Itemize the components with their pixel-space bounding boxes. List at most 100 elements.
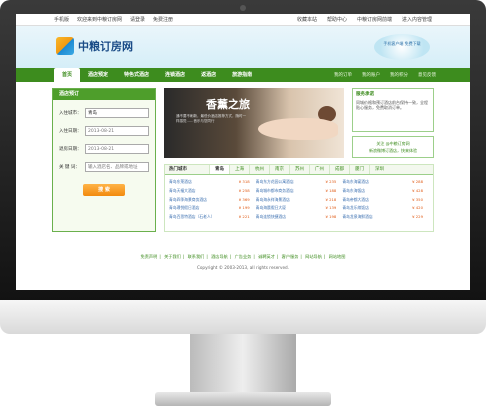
nav-item-themed[interactable]: 特色式酒店 <box>116 68 157 82</box>
tab-city[interactable]: 厦门 <box>349 165 369 174</box>
hotel-name[interactable]: 青岛海永祥海景酒店 <box>256 196 324 203</box>
footer-link[interactable]: 联系我们 <box>188 254 205 259</box>
footer-link[interactable]: 关于我们 <box>164 254 181 259</box>
hotel-price: ¥ 229 <box>412 214 423 220</box>
hotel-name[interactable]: 青岛龙乐缤饭店 <box>342 204 410 211</box>
hotel-name[interactable]: 青岛海晨假日大厦 <box>256 204 324 211</box>
hotel-price: ¥ 188 <box>325 187 337 193</box>
checkout-label: 退房日期： <box>59 147 82 152</box>
hotel-item[interactable]: 青岛龙泉海鲜酒店 ¥ 229 <box>342 213 429 220</box>
footer-link[interactable]: 免责声明 <box>141 254 158 259</box>
topbar-welcome: 欢迎来到中粮订房网 <box>77 17 123 23</box>
topbar-right-link[interactable]: 收藏本站 <box>297 16 317 23</box>
weibo-follow-box[interactable]: 关注 @中粮订房网 新浪微博订酒店，快来体验 <box>352 136 434 158</box>
hotel-name[interactable]: 青岛东方花园公寓酒店 <box>256 178 324 185</box>
side-panel: 服务承诺 同城价格和预订酒店前台保持一致，全程贴心服务，免费取消订单。 关注 @… <box>352 88 434 158</box>
footer-link[interactable]: 诚聘英才 <box>258 254 275 259</box>
hotel-item[interactable]: 青岛百思特酒店（石老人） ¥ 221 <box>169 213 256 220</box>
tab-city[interactable]: 深圳 <box>369 165 389 174</box>
website-screen: 手机版 欢迎来到中粮订房网 请登录 免费注册 收藏本站 帮助中心 中粮订房网前端… <box>16 14 470 290</box>
hotel-price: ¥ 235 <box>325 179 337 184</box>
keyword-input[interactable]: 输入酒店名、品牌或地址 <box>85 162 149 172</box>
search-button[interactable]: 搜 索 <box>83 184 125 196</box>
topbar-mobile-link[interactable]: 手机版 <box>54 16 69 23</box>
hotel-price: ¥ 258 <box>238 187 250 193</box>
hotel-name[interactable]: 青岛东海饭店 <box>342 187 410 194</box>
main-content: 酒店预订 入住城市： 青岛 入住日期： 2013-08-21 退房日期： 201… <box>16 82 470 232</box>
hotel-item[interactable]: 青岛龙乐缤饭店 ¥ 420 <box>342 204 429 211</box>
hotel-item[interactable]: 青岛天福大酒店 ¥ 258 <box>169 187 256 194</box>
nav-item-home[interactable]: 首页 <box>54 68 81 82</box>
register-link[interactable]: 免费注册 <box>153 16 173 23</box>
footer-link[interactable]: 广告业务 <box>235 254 252 259</box>
city-tabs: 热门城市 青岛 上海 杭州 南京 苏州 广州 成都 厦门 深圳 <box>165 165 433 175</box>
hotel-name[interactable]: 青岛东海宴酒店 <box>342 178 410 185</box>
weibo-follow-subtext: 新浪微博订酒店，快来体验 <box>369 148 417 153</box>
tab-city[interactable]: 青岛 <box>209 165 229 174</box>
nav-item-booking[interactable]: 酒店预定 <box>80 68 116 82</box>
hotel-name[interactable]: 青岛四季海景商务酒店 <box>169 196 237 203</box>
topbar-right-link[interactable]: 中粮订房网前端 <box>357 16 392 23</box>
tab-city[interactable]: 广州 <box>309 165 329 174</box>
hotel-item[interactable]: 青岛东海饭店 ¥ 428 <box>342 187 429 194</box>
hotel-name[interactable]: 青岛帝都大酒店 <box>342 196 410 203</box>
hotel-name[interactable]: 青岛天福大酒店 <box>169 187 237 194</box>
hotel-price: ¥ 139 <box>325 205 337 211</box>
footer-link[interactable]: 客户服务 <box>282 254 299 259</box>
checkin-label: 入住日期： <box>59 129 82 134</box>
hotel-name[interactable]: 青岛城市都市商务酒店 <box>256 187 324 194</box>
checkin-input[interactable]: 2013-08-21 <box>85 126 149 136</box>
monitor-stand-base <box>155 392 331 406</box>
logo-text: 中粮订房网 <box>78 40 133 53</box>
hotel-item[interactable]: 青岛海晨假日大厦 ¥ 139 <box>256 204 343 211</box>
hotel-name[interactable]: 青岛龙泉海鲜酒店 <box>342 213 410 220</box>
hot-cities-label: 热门城市 <box>169 167 187 172</box>
banner-title: 香薰之旅 <box>206 98 250 111</box>
hotel-item[interactable]: 青岛璟悦假日酒店 ¥ 199 <box>169 204 256 211</box>
hotel-item[interactable]: 青岛城市都市商务酒店 ¥ 188 <box>256 187 343 194</box>
footer-link[interactable]: 酒店导航 <box>211 254 228 259</box>
tab-city[interactable]: 南京 <box>269 165 289 174</box>
nav-link-feedback[interactable]: 意见反馈 <box>418 72 436 78</box>
login-link[interactable]: 请登录 <box>130 16 145 23</box>
hotel-name[interactable]: 青岛璟悦假日酒店 <box>169 204 237 211</box>
tab-city[interactable]: 成都 <box>329 165 349 174</box>
topbar-right-link[interactable]: 进入内容管理 <box>402 16 432 23</box>
checkout-input[interactable]: 2013-08-21 <box>85 144 149 154</box>
hotel-item[interactable]: 青岛东方花园公寓酒店 ¥ 235 <box>256 178 343 185</box>
hotel-item[interactable]: 青岛四季海景商务酒店 ¥ 369 <box>169 196 256 203</box>
top-bar: 手机版 欢迎来到中粮订房网 请登录 免费注册 收藏本站 帮助中心 中粮订房网前端… <box>16 14 470 26</box>
hotel-price: ¥ 218 <box>325 196 337 202</box>
hotel-name[interactable]: 青岛东莱酒店 <box>169 178 237 185</box>
tab-city[interactable]: 杭州 <box>249 165 269 174</box>
hotel-name[interactable]: 青岛连锁快捷酒店 <box>256 213 324 220</box>
tab-city[interactable]: 苏州 <box>289 165 309 174</box>
site-logo[interactable]: 中粮订房网 <box>56 37 133 55</box>
hotel-name[interactable]: 青岛百思特酒店（石老人） <box>169 213 237 220</box>
nav-item-chain[interactable]: 连锁酒店 <box>157 68 193 82</box>
hotel-item[interactable]: 青岛连锁快捷酒店 ¥ 198 <box>256 213 343 220</box>
nav-link-orders[interactable]: 我的订单 <box>334 72 352 78</box>
hotel-item[interactable]: 青岛帝都大酒店 ¥ 350 <box>342 196 429 203</box>
hotel-item[interactable]: 青岛海永祥海景酒店 ¥ 218 <box>256 196 343 203</box>
hotel-price: ¥ 420 <box>412 205 423 211</box>
footer-link[interactable]: 网站导航 <box>305 254 322 259</box>
hotel-price: ¥ 428 <box>412 187 423 193</box>
hotel-item[interactable]: 青岛东海宴酒店 ¥ 288 <box>342 178 429 185</box>
app-download-badge[interactable]: 手机客户端 免费下载 <box>374 34 430 60</box>
keyword-label: 关 键 词： <box>59 165 80 170</box>
nav-link-points[interactable]: 我的积分 <box>390 72 408 78</box>
hotel-price: ¥ 198 <box>325 214 337 220</box>
nav-item-return[interactable]: 返酒店 <box>193 68 224 82</box>
hotel-item[interactable]: 青岛东莱酒店 ¥ 318 <box>169 178 256 185</box>
footer-link[interactable]: 网站地图 <box>329 254 346 259</box>
promo-banner[interactable]: 香薰之旅 通不要不刷新，最低价酒店推荐方式，随时一样感觉……音乐与您同行 <box>164 88 344 158</box>
hotel-search-panel: 酒店预订 入住城市： 青岛 入住日期： 2013-08-21 退房日期： 201… <box>52 88 156 232</box>
cube-logo-icon <box>56 37 74 55</box>
tab-city[interactable]: 上海 <box>229 165 249 174</box>
city-input[interactable]: 青岛 <box>85 108 149 118</box>
hotel-price: ¥ 199 <box>238 205 250 211</box>
topbar-right-link[interactable]: 帮助中心 <box>327 16 347 23</box>
nav-link-account[interactable]: 我的账户 <box>362 72 380 78</box>
nav-item-travel-guide[interactable]: 旅游指南 <box>224 68 260 82</box>
